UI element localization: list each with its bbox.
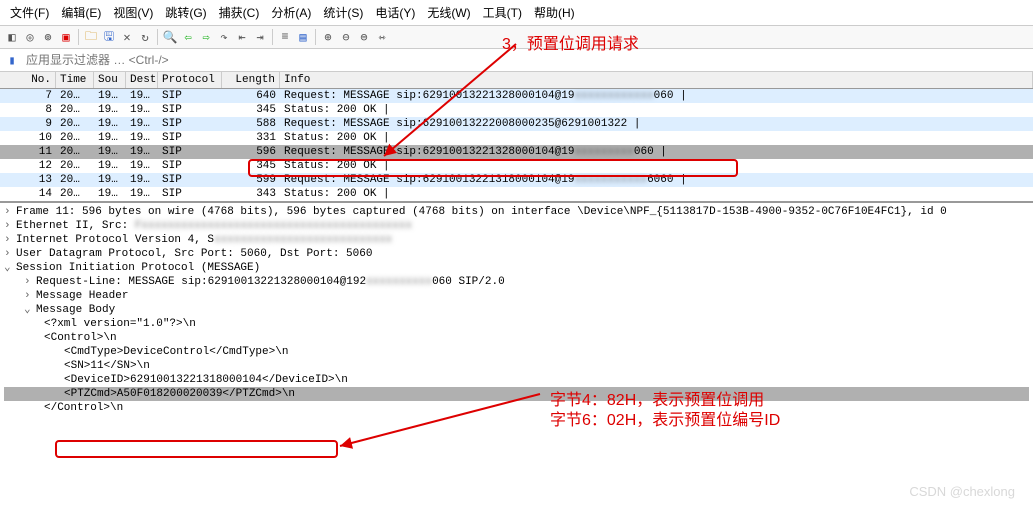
menu-file[interactable]: 文件(F) bbox=[4, 2, 55, 23]
packet-row[interactable]: 1320…19…19…SIP599Request: MESSAGE sip:62… bbox=[0, 173, 1033, 187]
save-icon[interactable]: 🖫 bbox=[101, 29, 117, 45]
ptzcmd[interactable]: <PTZCmd>A50F018200020039</PTZCmd>\n bbox=[64, 387, 295, 401]
goto-last-icon[interactable]: ⇥ bbox=[252, 29, 268, 45]
packet-row[interactable]: 1220…19…19…SIP345Status: 200 OK | bbox=[0, 159, 1033, 173]
col-no[interactable]: No. bbox=[0, 72, 56, 88]
col-dst[interactable]: Dest bbox=[126, 72, 158, 88]
open-icon[interactable]: 🗀 bbox=[83, 29, 99, 45]
toolbar-icon[interactable]: ▣ bbox=[58, 29, 74, 45]
deviceid[interactable]: <DeviceID>62910013221318000104</DeviceID… bbox=[64, 373, 348, 387]
packet-row[interactable]: 720…19…19…SIP640Request: MESSAGE sip:629… bbox=[0, 89, 1033, 103]
reload-icon[interactable]: ↻ bbox=[137, 29, 153, 45]
ipv4-line[interactable]: Internet Protocol Version 4, Sxxxxxxxxxx… bbox=[16, 233, 392, 247]
toolbar-icon[interactable]: ⊚ bbox=[40, 29, 56, 45]
colorize-icon[interactable]: ▤ bbox=[295, 29, 311, 45]
menu-help[interactable]: 帮助(H) bbox=[528, 2, 581, 23]
goto-first-icon[interactable]: ⇤ bbox=[234, 29, 250, 45]
search-icon[interactable]: 🔍 bbox=[162, 29, 178, 45]
expand-icon[interactable]: › bbox=[4, 205, 16, 219]
jump-icon[interactable]: ↷ bbox=[216, 29, 232, 45]
col-len[interactable]: Length bbox=[222, 72, 280, 88]
menu-wireless[interactable]: 无线(W) bbox=[421, 2, 476, 23]
highlight-ptzcmd bbox=[55, 440, 338, 458]
packet-row[interactable]: 1120…19…19…SIP596Request: MESSAGE sip:62… bbox=[0, 145, 1033, 159]
zoom-out-icon[interactable]: ⊖ bbox=[338, 29, 354, 45]
udp-line[interactable]: User Datagram Protocol, Src Port: 5060, … bbox=[16, 247, 372, 261]
toolbar: ◧ ◎ ⊚ ▣ 🗀 🖫 ✕ ↻ 🔍 ⇦ ⇨ ↷ ⇤ ⇥ ≡ ▤ ⊕ ⊖ ⊜ ⇿ bbox=[0, 26, 1033, 49]
col-time[interactable]: Time bbox=[56, 72, 94, 88]
menu-view[interactable]: 视图(V) bbox=[107, 2, 159, 23]
packet-row[interactable]: 920…19…19…SIP588Request: MESSAGE sip:629… bbox=[0, 117, 1033, 131]
menu-telephony[interactable]: 电话(Y) bbox=[369, 2, 421, 23]
cmdtype[interactable]: <CmdType>DeviceControl</CmdType>\n bbox=[64, 345, 288, 359]
bookmark-icon[interactable]: ▮ bbox=[4, 52, 20, 68]
frame-line[interactable]: Frame 11: 596 bytes on wire (4768 bits),… bbox=[16, 205, 947, 219]
expand-icon[interactable]: › bbox=[4, 247, 16, 261]
expand-icon[interactable]: › bbox=[4, 233, 16, 247]
close-icon[interactable]: ✕ bbox=[119, 29, 135, 45]
menu-goto[interactable]: 跳转(G) bbox=[159, 2, 212, 23]
toolbar-icon[interactable]: ◧ bbox=[4, 29, 20, 45]
packet-row[interactable]: 1420…19…19…SIP343Status: 200 OK | bbox=[0, 187, 1033, 201]
resize-cols-icon[interactable]: ⇿ bbox=[374, 29, 390, 45]
expand-icon[interactable]: › bbox=[24, 275, 36, 289]
control-open[interactable]: <Control>\n bbox=[44, 331, 117, 345]
prev-icon[interactable]: ⇦ bbox=[180, 29, 196, 45]
packet-details[interactable]: ›Frame 11: 596 bytes on wire (4768 bits)… bbox=[0, 201, 1033, 417]
expand-icon[interactable]: › bbox=[4, 219, 16, 233]
request-line[interactable]: Request-Line: MESSAGE sip:62910013221328… bbox=[36, 275, 505, 289]
packet-list[interactable]: 720…19…19…SIP640Request: MESSAGE sip:629… bbox=[0, 89, 1033, 201]
control-close[interactable]: </Control>\n bbox=[44, 401, 123, 415]
zoom-reset-icon[interactable]: ⊜ bbox=[356, 29, 372, 45]
menu-tools[interactable]: 工具(T) bbox=[477, 2, 528, 23]
sn[interactable]: <SN>11</SN>\n bbox=[64, 359, 150, 373]
col-proto[interactable]: Protocol bbox=[158, 72, 222, 88]
watermark: CSDN @chexlong bbox=[909, 484, 1015, 499]
collapse-icon[interactable]: ⌄ bbox=[4, 261, 16, 275]
message-header[interactable]: Message Header bbox=[36, 289, 128, 303]
display-filter-row: ▮ bbox=[0, 49, 1033, 72]
ethernet-line[interactable]: Ethernet II, Src: Fxxxxxxxxxxxxxxxxxxxxx… bbox=[16, 219, 412, 233]
packet-row[interactable]: 820…19…19…SIP345Status: 200 OK | bbox=[0, 103, 1033, 117]
col-src[interactable]: Sou bbox=[94, 72, 126, 88]
xml-decl[interactable]: <?xml version="1.0"?>\n bbox=[44, 317, 196, 331]
next-icon[interactable]: ⇨ bbox=[198, 29, 214, 45]
col-info[interactable]: Info bbox=[280, 72, 1033, 88]
sip-line[interactable]: Session Initiation Protocol (MESSAGE) bbox=[16, 261, 260, 275]
collapse-icon[interactable]: ⌄ bbox=[24, 303, 36, 317]
display-filter-input[interactable] bbox=[24, 51, 1029, 69]
toolbar-icon[interactable]: ◎ bbox=[22, 29, 38, 45]
packet-row[interactable]: 1020…19…19…SIP331Status: 200 OK | bbox=[0, 131, 1033, 145]
menu-analyze[interactable]: 分析(A) bbox=[265, 2, 317, 23]
packet-list-header: No. Time Sou Dest Protocol Length Info bbox=[0, 72, 1033, 89]
menu-capture[interactable]: 捕获(C) bbox=[213, 2, 266, 23]
menu-statistics[interactable]: 统计(S) bbox=[317, 2, 369, 23]
expand-icon[interactable]: › bbox=[24, 289, 36, 303]
message-body[interactable]: Message Body bbox=[36, 303, 115, 317]
menu-bar: 文件(F) 编辑(E) 视图(V) 跳转(G) 捕获(C) 分析(A) 统计(S… bbox=[0, 0, 1033, 26]
autoscroll-icon[interactable]: ≡ bbox=[277, 29, 293, 45]
zoom-in-icon[interactable]: ⊕ bbox=[320, 29, 336, 45]
menu-edit[interactable]: 编辑(E) bbox=[55, 2, 107, 23]
